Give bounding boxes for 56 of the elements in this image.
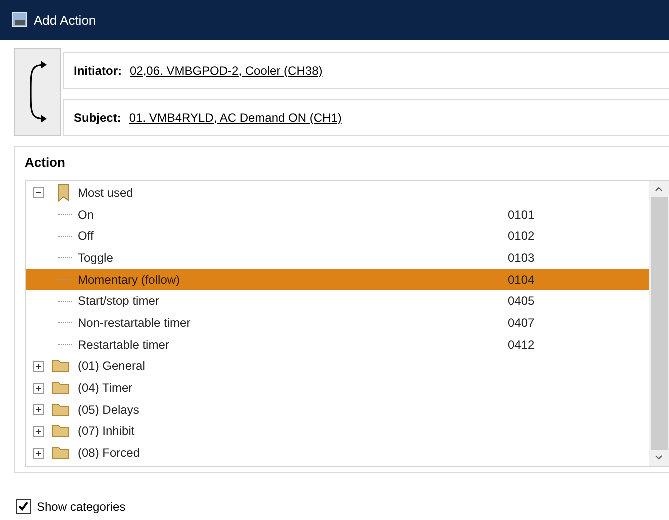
window-icon: [12, 12, 28, 28]
tree-node[interactable]: (07) Inhibit: [26, 420, 649, 442]
tree-item[interactable]: Momentary (follow) 0104: [26, 268, 649, 290]
tree-node[interactable]: Most used: [26, 182, 649, 204]
field-label: Initiator:: [74, 64, 122, 78]
node-label: (08) Forced: [78, 446, 142, 460]
folder-icon: [52, 402, 70, 417]
tree-node[interactable]: (08) Forced: [26, 442, 649, 464]
item-code: 0101: [508, 208, 535, 222]
folder-icon: [52, 359, 70, 374]
folder-icon: [52, 381, 70, 396]
tree-item[interactable]: Off 0102: [26, 225, 649, 248]
checkbox[interactable]: [16, 499, 31, 514]
tree-item[interactable]: Toggle 0103: [26, 247, 649, 269]
item-label: Restartable timer: [78, 338, 170, 352]
item-code: 0104: [508, 272, 535, 287]
checkbox-label: Show categories: [37, 500, 126, 514]
tree-item[interactable]: Non-restartable timer 0407: [26, 312, 649, 334]
item-label: On: [78, 208, 96, 222]
tree-item[interactable]: Restartable timer 0412: [26, 334, 649, 356]
folder-icon: [52, 424, 70, 438]
folder-icon: [52, 446, 70, 460]
plus-icon[interactable]: [33, 426, 44, 437]
item-code: 0407: [508, 316, 535, 330]
window-title: Add Action: [34, 12, 96, 28]
initiator-link[interactable]: 02,06. VMBGPOD-2, Cooler (CH38): [130, 64, 323, 78]
plus-icon[interactable]: [33, 448, 44, 459]
item-label: Non-restartable timer: [78, 316, 192, 330]
swap-button[interactable]: [14, 48, 61, 136]
tree-item[interactable]: On 0101: [26, 204, 649, 226]
node-label: (05) Delays: [78, 402, 140, 417]
tree-item[interactable]: Start/stop timer 0405: [26, 290, 649, 312]
plus-icon[interactable]: [33, 360, 44, 372]
minus-icon[interactable]: [33, 187, 44, 198]
scrollbar[interactable]: [649, 181, 669, 466]
item-code: 0102: [508, 229, 535, 244]
tree-node[interactable]: (05) Delays: [26, 398, 649, 421]
node-label: Most used: [78, 186, 134, 200]
item-code: 0412: [508, 338, 535, 352]
node-label: (07) Inhibit: [78, 424, 136, 438]
node-label: (04) Timer: [78, 381, 134, 396]
tree-node[interactable]: (01) General: [26, 356, 649, 378]
node-label: (01) General: [78, 359, 146, 374]
field-label: Subject:: [74, 110, 122, 124]
bookmark-icon: [58, 184, 70, 202]
item-code: 0405: [508, 294, 535, 308]
item-label: Momentary (follow): [78, 272, 182, 287]
item-label: Off: [78, 229, 95, 244]
plus-icon[interactable]: [33, 404, 44, 416]
subject-link[interactable]: 01. VMB4RYLD, AC Demand ON (CH1): [129, 110, 342, 124]
item-label: Start/stop timer: [78, 294, 160, 308]
tree-node[interactable]: (04) Timer: [26, 377, 649, 399]
item-label: Toggle: [78, 250, 114, 265]
item-code: 0103: [508, 250, 535, 265]
plus-icon[interactable]: [33, 382, 44, 394]
group-title: Action: [25, 155, 66, 170]
